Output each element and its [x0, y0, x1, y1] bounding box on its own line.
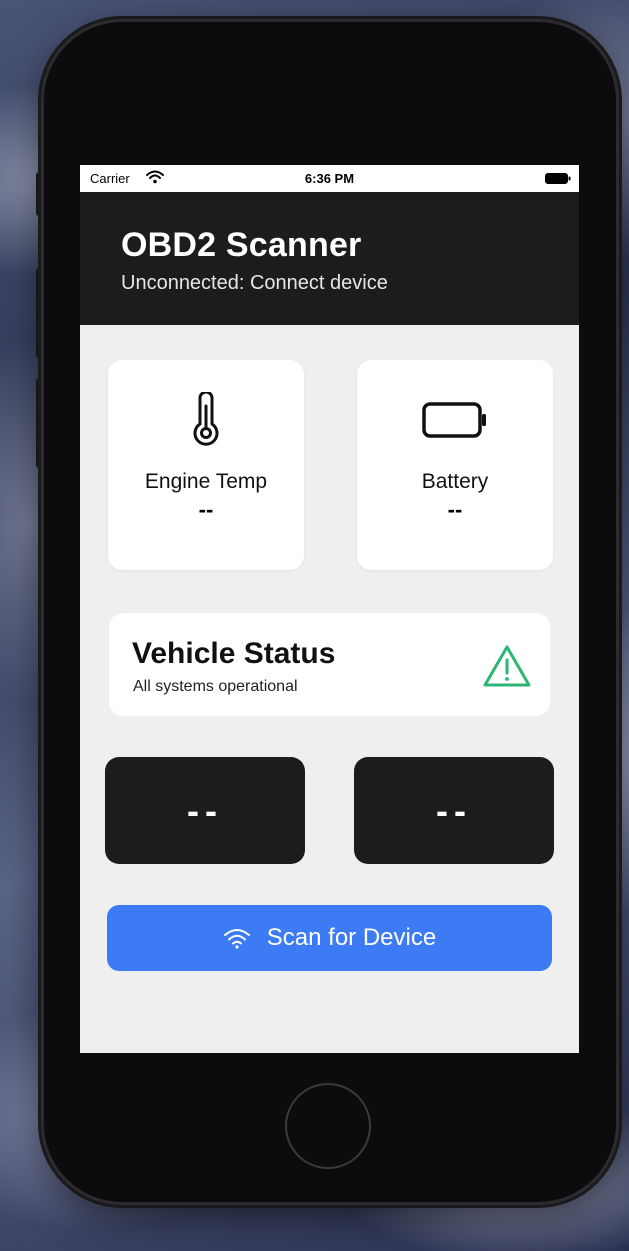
- home-button[interactable]: [285, 1083, 371, 1169]
- engine-temp-label: Engine Temp: [144, 470, 268, 493]
- battery-full-icon: [545, 173, 571, 184]
- scan-button-label: Scan for Device: [266, 924, 437, 951]
- right-reading-tile[interactable]: --: [354, 757, 554, 864]
- vehicle-status-subtitle: All systems operational: [133, 678, 298, 695]
- battery-value: --: [447, 497, 463, 522]
- vehicle-status-title: Vehicle Status: [132, 637, 336, 670]
- warning-triangle-icon: [483, 645, 531, 687]
- thermometer-icon: [193, 392, 219, 446]
- vehicle-status-card[interactable]: Vehicle Status All systems operational: [109, 613, 550, 716]
- wifi-icon: [223, 929, 250, 949]
- app-header: OBD2 Scanner Unconnected: Connect device: [80, 192, 579, 325]
- status-time: 6:36 PM: [304, 171, 355, 186]
- engine-temp-card[interactable]: Engine Temp --: [108, 360, 304, 570]
- status-bar: Carrier 6:36 PM: [80, 165, 579, 192]
- app-screen: Carrier 6:36 PM OBD2 Scanner Unconnected…: [80, 165, 579, 1053]
- battery-label: Battery: [421, 470, 489, 493]
- battery-card[interactable]: Battery --: [357, 360, 553, 570]
- page-title: OBD2 Scanner: [121, 226, 362, 264]
- connection-status-text: Unconnected: Connect device: [121, 272, 388, 294]
- engine-temp-value: --: [198, 497, 214, 522]
- battery-icon: [422, 402, 486, 438]
- scan-for-device-button[interactable]: Scan for Device: [107, 905, 552, 971]
- left-reading-tile[interactable]: --: [105, 757, 305, 864]
